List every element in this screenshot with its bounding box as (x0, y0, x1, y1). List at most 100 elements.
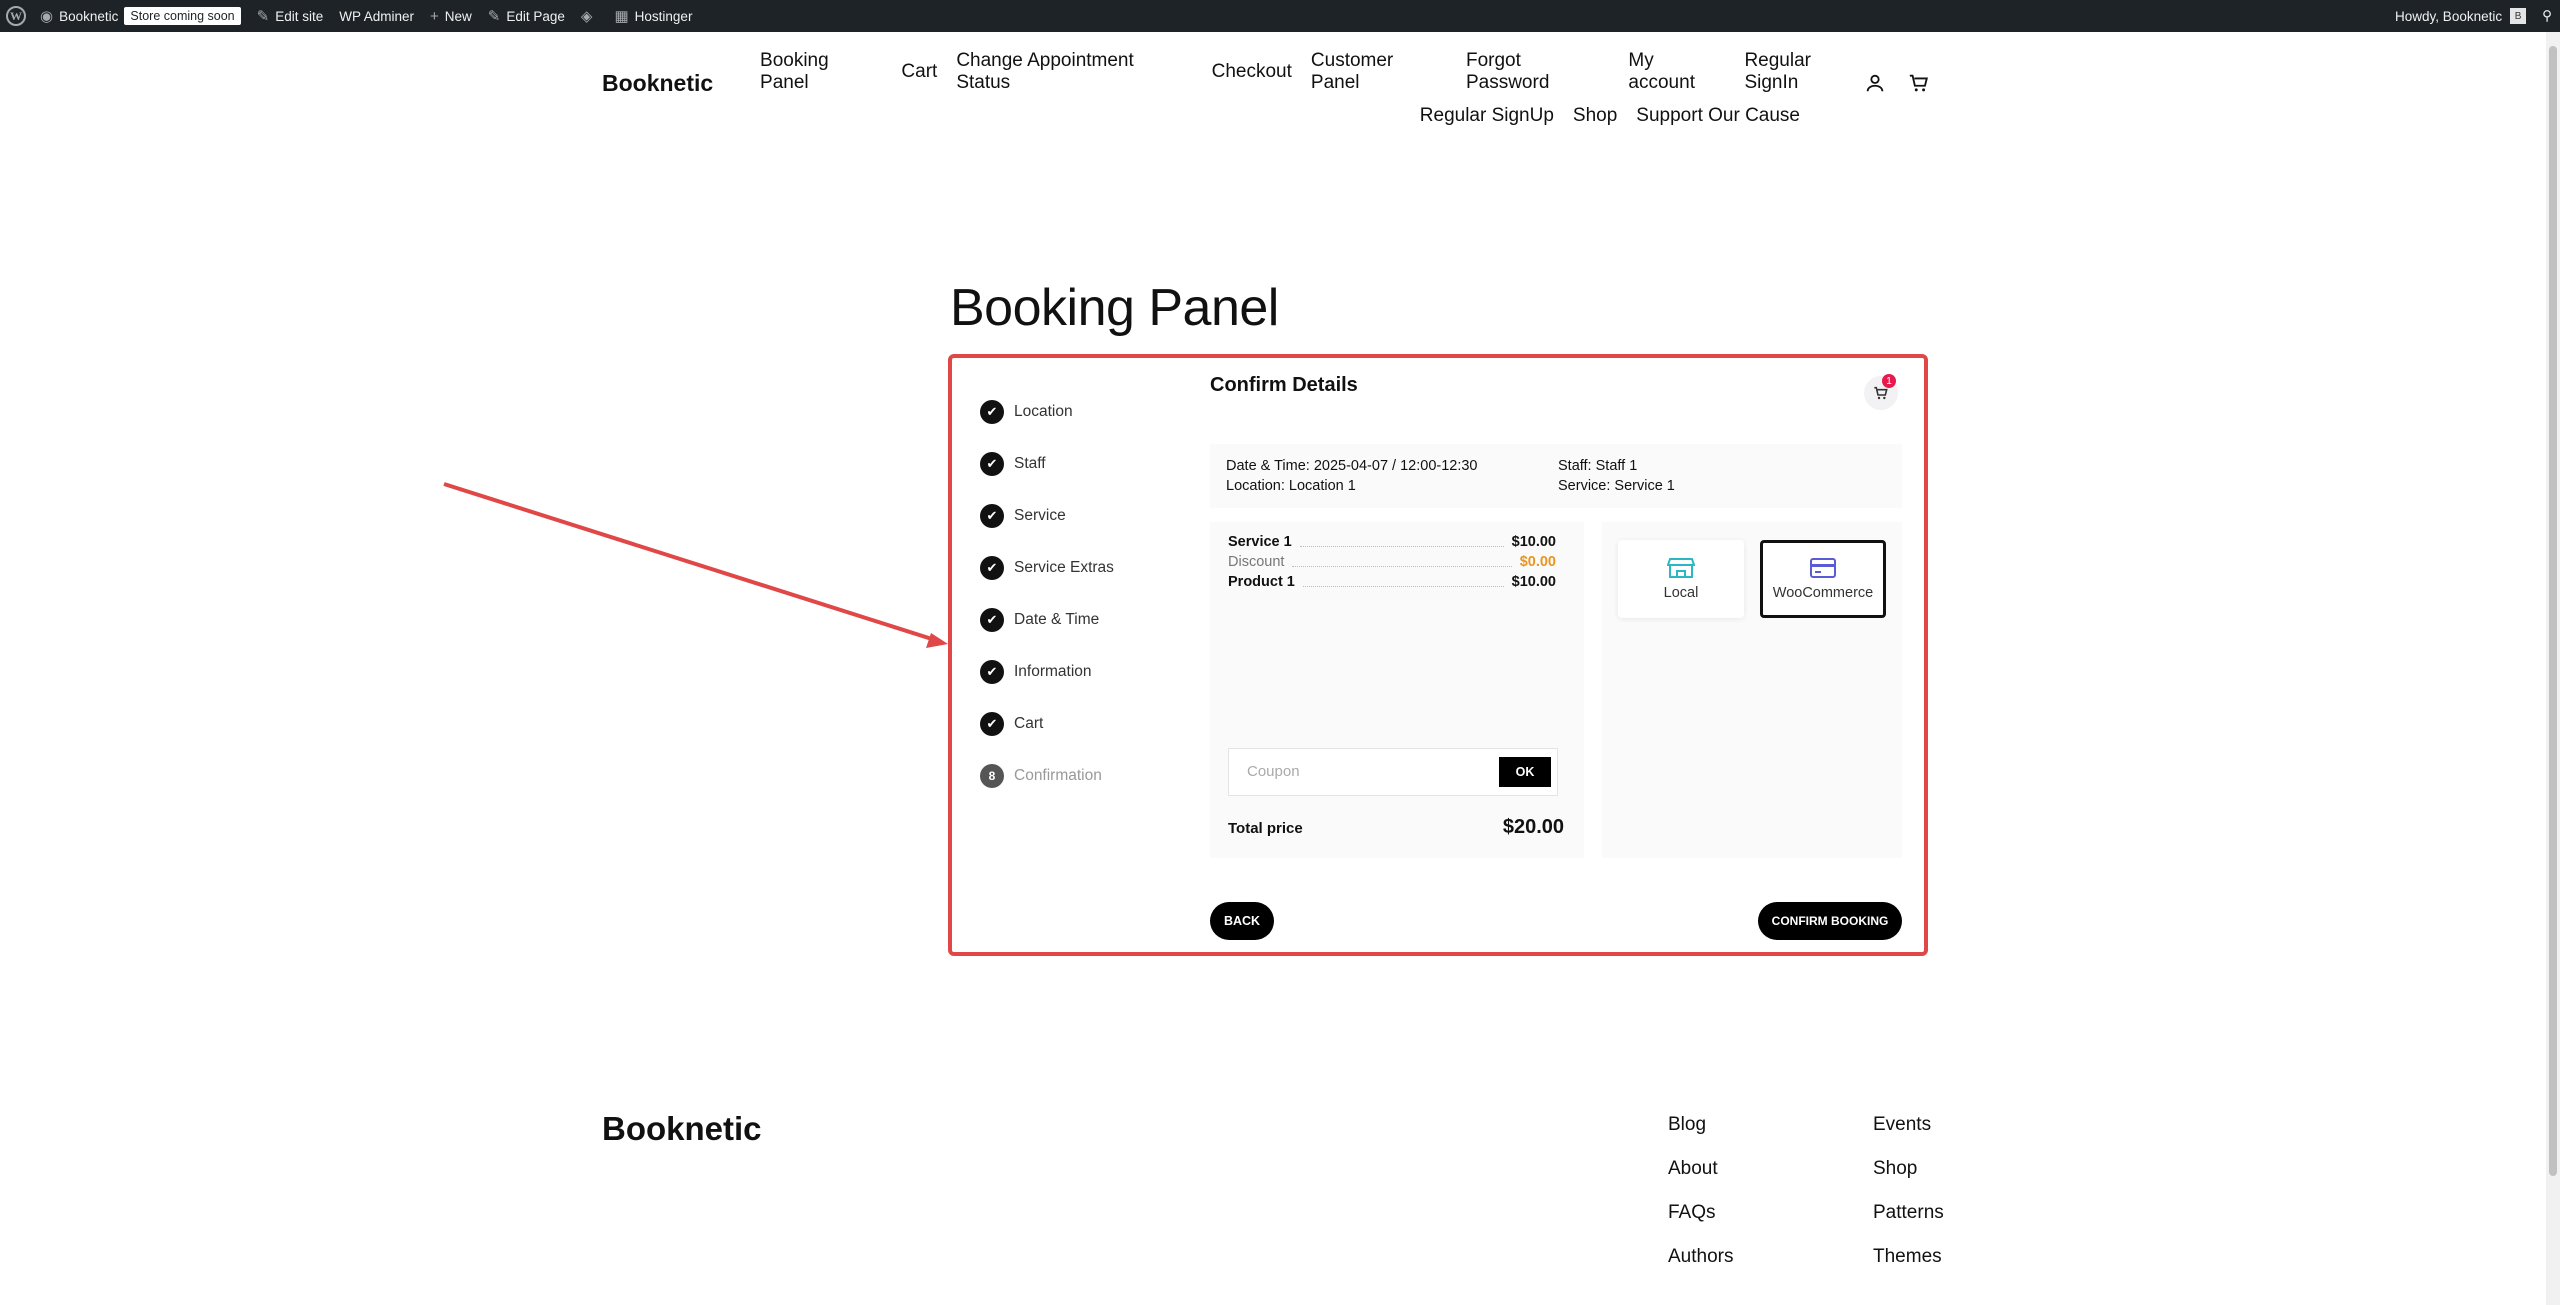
store-icon (1667, 558, 1695, 578)
admin-edit-page[interactable]: ✎ Edit Page (480, 0, 573, 32)
footer-link-about[interactable]: About (1668, 1152, 1733, 1196)
main-nav: Booking Panel Cart Change Appointment Stat… (760, 50, 1870, 138)
confirm-booking-button[interactable]: CONFIRM BOOKING (1758, 902, 1902, 940)
cart-count-badge: 1 (1882, 374, 1896, 388)
admin-site-name[interactable]: ◉ Booknetic Store coming soon (32, 0, 249, 32)
step-label: Information (1014, 663, 1092, 680)
payment-methods: Local WooCommerce (1602, 522, 1902, 858)
cart-icon[interactable] (1908, 72, 1930, 94)
step-label: Cart (1014, 715, 1044, 732)
nav-item-my-account[interactable]: My account (1628, 50, 1725, 94)
step-label: Location (1014, 403, 1073, 420)
footer-link-shop[interactable]: Shop (1873, 1152, 1944, 1196)
avatar: B (2510, 8, 2527, 24)
nav-item-regular-signin[interactable]: Regular SignIn (1744, 50, 1870, 94)
step-cart[interactable]: ✔ Cart (980, 698, 1114, 750)
hostinger-icon: ▦ (614, 8, 629, 25)
check-icon: ✔ (980, 400, 1004, 424)
plus-icon: + (430, 7, 439, 25)
footer-link-events[interactable]: Events (1873, 1108, 1944, 1152)
step-number-badge: 8 (980, 764, 1004, 788)
step-label: Staff (1014, 455, 1046, 472)
nav-item-cart[interactable]: Cart (901, 61, 937, 83)
total-price-value: $20.00 (1502, 816, 1564, 838)
price-line: Service 1 $10.00 (1228, 534, 1556, 550)
footer-link-patterns[interactable]: Patterns (1873, 1196, 1944, 1240)
check-icon: ✔ (980, 504, 1004, 528)
booking-steps: ✔ Location ✔ Staff ✔ Service ✔ Service Extras ✔ D… (980, 386, 1114, 802)
wordpress-logo-icon[interactable]: W (6, 6, 26, 26)
coupon-input[interactable]: Coupon (1247, 763, 1300, 780)
nav-item-forgot-password[interactable]: Forgot Password (1466, 50, 1609, 94)
admin-account[interactable]: Howdy, Booknetic B (2387, 0, 2534, 32)
admin-edit-site[interactable]: ✎ Edit site (249, 0, 332, 32)
brush-icon: ✎ (256, 8, 270, 25)
coupon-field[interactable]: Coupon OK (1228, 748, 1558, 796)
footer-link-themes[interactable]: Themes (1873, 1240, 1944, 1284)
header-icons (1864, 72, 1930, 94)
payment-local[interactable]: Local (1618, 540, 1744, 618)
nav-item-regular-signup[interactable]: Regular SignUp (1420, 105, 1554, 127)
nav-item-checkout[interactable]: Checkout (1212, 61, 1292, 83)
store-coming-soon-badge: Store coming soon (124, 7, 241, 25)
total-price-label: Total price (1228, 820, 1303, 837)
nav-row-1: Booking Panel Cart Change Appointment Stat… (760, 50, 1870, 94)
admin-search[interactable]: ⚲ (2534, 0, 2560, 32)
check-icon: ✔ (980, 660, 1004, 684)
step-label: Service Extras (1014, 559, 1114, 576)
detail-staff: Staff: Staff 1 (1558, 458, 1638, 474)
check-icon: ✔ (980, 712, 1004, 736)
step-service[interactable]: ✔ Service (980, 490, 1114, 542)
search-icon: ⚲ (2542, 8, 2552, 23)
nav-item-customer-panel[interactable]: Customer Panel (1311, 50, 1447, 94)
wp-admin-bar: W ◉ Booknetic Store coming soon ✎ Edit site… (0, 0, 2560, 32)
payment-woocommerce[interactable]: WooCommerce (1760, 540, 1886, 618)
nav-item-support-our-cause[interactable]: Support Our Cause (1636, 105, 1800, 127)
detail-location: Location: Location 1 (1226, 478, 1356, 494)
nav-row-2: Regular SignUp Shop Support Our Cause (760, 94, 1870, 138)
step-label: Service (1014, 507, 1066, 524)
footer-link-blog[interactable]: Blog (1668, 1108, 1733, 1152)
booking-panel: ✔ Location ✔ Staff ✔ Service ✔ Service Extras ✔ D… (948, 354, 1928, 956)
admin-wp-adminer[interactable]: WP Adminer (331, 0, 422, 32)
page-title: Booking Panel (950, 279, 1279, 337)
user-account-icon[interactable] (1864, 72, 1886, 94)
step-label: Confirmation (1014, 767, 1102, 784)
nav-item-booking-panel[interactable]: Booking Panel (760, 50, 882, 94)
nav-item-change-appointment-status[interactable]: Change Appointment Status (956, 50, 1192, 94)
nav-item-shop[interactable]: Shop (1573, 105, 1617, 127)
footer-links-col-1: Blog About FAQs Authors (1668, 1108, 1733, 1284)
check-icon: ✔ (980, 556, 1004, 580)
step-confirmation[interactable]: 8 Confirmation (980, 750, 1114, 802)
check-icon: ✔ (980, 608, 1004, 632)
footer-site-title[interactable]: Booknetic (602, 1110, 762, 1148)
step-information[interactable]: ✔ Information (980, 646, 1114, 698)
detail-datetime: Date & Time: 2025-04-07 / 12:00-12:30 (1226, 458, 1478, 474)
appointment-details: Date & Time: 2025-04-07 / 12:00-12:30 Lo… (1210, 444, 1902, 508)
dashboard-icon: ◉ (40, 8, 54, 25)
step-label: Date & Time (1014, 611, 1100, 628)
price-line-discount: Discount $0.00 (1228, 554, 1556, 570)
price-line: Product 1 $10.00 (1228, 574, 1556, 590)
footer-link-faqs[interactable]: FAQs (1668, 1196, 1733, 1240)
step-date-time[interactable]: ✔ Date & Time (980, 594, 1114, 646)
price-summary: Service 1 $10.00 Discount $0.00 Product 1 $… (1210, 522, 1584, 858)
coupon-ok-button[interactable]: OK (1499, 757, 1551, 787)
confirm-details-title: Confirm Details (1210, 374, 1358, 396)
admin-hostinger[interactable]: ▦ Hostinger (606, 0, 700, 32)
back-button[interactable]: BACK (1210, 902, 1274, 940)
pencil-icon: ✎ (487, 8, 501, 25)
site-title[interactable]: Booknetic (602, 70, 713, 97)
admin-diamond[interactable]: ◈ (573, 0, 607, 32)
scrollbar-thumb[interactable] (2549, 46, 2557, 1176)
footer-link-authors[interactable]: Authors (1668, 1240, 1733, 1284)
page-scrollbar[interactable] (2546, 32, 2560, 1305)
diamond-icon: ◈ (580, 8, 593, 25)
check-icon: ✔ (980, 452, 1004, 476)
detail-service: Service: Service 1 (1558, 478, 1675, 494)
step-location[interactable]: ✔ Location (980, 386, 1114, 438)
step-service-extras[interactable]: ✔ Service Extras (980, 542, 1114, 594)
step-staff[interactable]: ✔ Staff (980, 438, 1114, 490)
admin-new[interactable]: + New (422, 0, 480, 32)
credit-card-icon (1810, 558, 1836, 578)
